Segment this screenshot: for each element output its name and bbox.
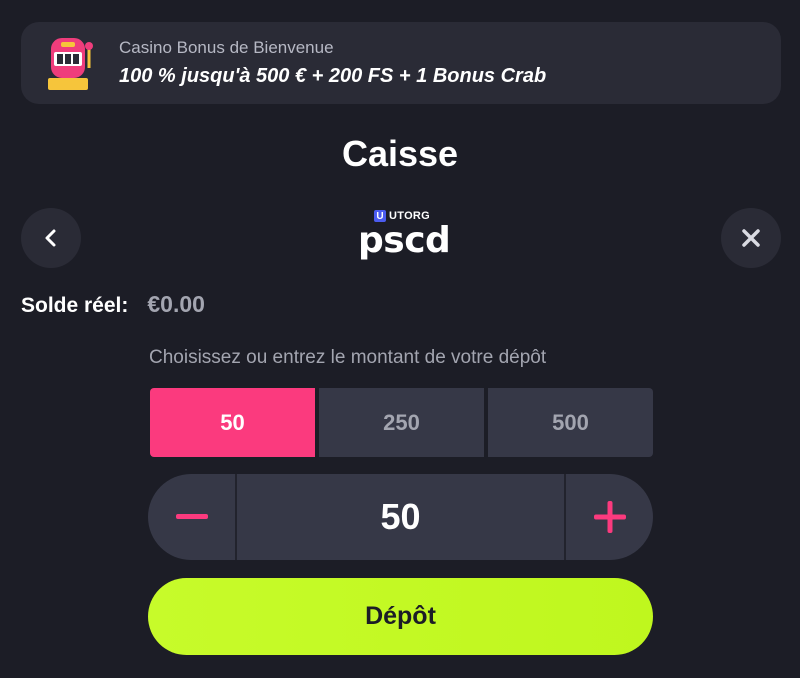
minus-icon [175,514,208,519]
close-icon [742,229,760,247]
increment-button[interactable] [566,474,653,560]
amount-option-250[interactable]: 250 [319,388,484,457]
slot-machine-icon [48,36,93,90]
balance-value: €0.00 [147,291,205,317]
amount-option-50[interactable]: 50 [150,388,315,457]
amount-input[interactable]: 50 [237,474,564,560]
deposit-hint: Choisissez ou entrez le montant de votre… [149,347,547,368]
real-balance: Solde réel: €0.00 [21,291,205,318]
provider-name: pscd [358,220,451,261]
close-button[interactable] [721,208,781,268]
amount-stepper: 50 [148,474,653,560]
preset-amounts: 50 250 500 [150,388,653,457]
banner-subtitle: Casino Bonus de Bienvenue [119,38,334,57]
decrement-button[interactable] [148,474,235,560]
deposit-button[interactable]: Dépôt [148,578,653,655]
back-button[interactable] [21,208,81,268]
balance-label: Solde réel: [21,294,129,317]
deposit-button-label: Dépôt [365,602,436,630]
page-title: Caisse [341,133,459,174]
banner-offer: 100 % jusqu'à 500 € + 200 FS + 1 Bonus C… [119,65,547,87]
plus-icon [593,501,626,533]
amount-option-500[interactable]: 500 [488,388,653,457]
welcome-bonus-banner[interactable]: Casino Bonus de Bienvenue 100 % jusqu'à … [21,22,781,104]
chevron-left-icon [45,229,56,247]
provider-logo: U UTORG pscd [358,210,451,268]
